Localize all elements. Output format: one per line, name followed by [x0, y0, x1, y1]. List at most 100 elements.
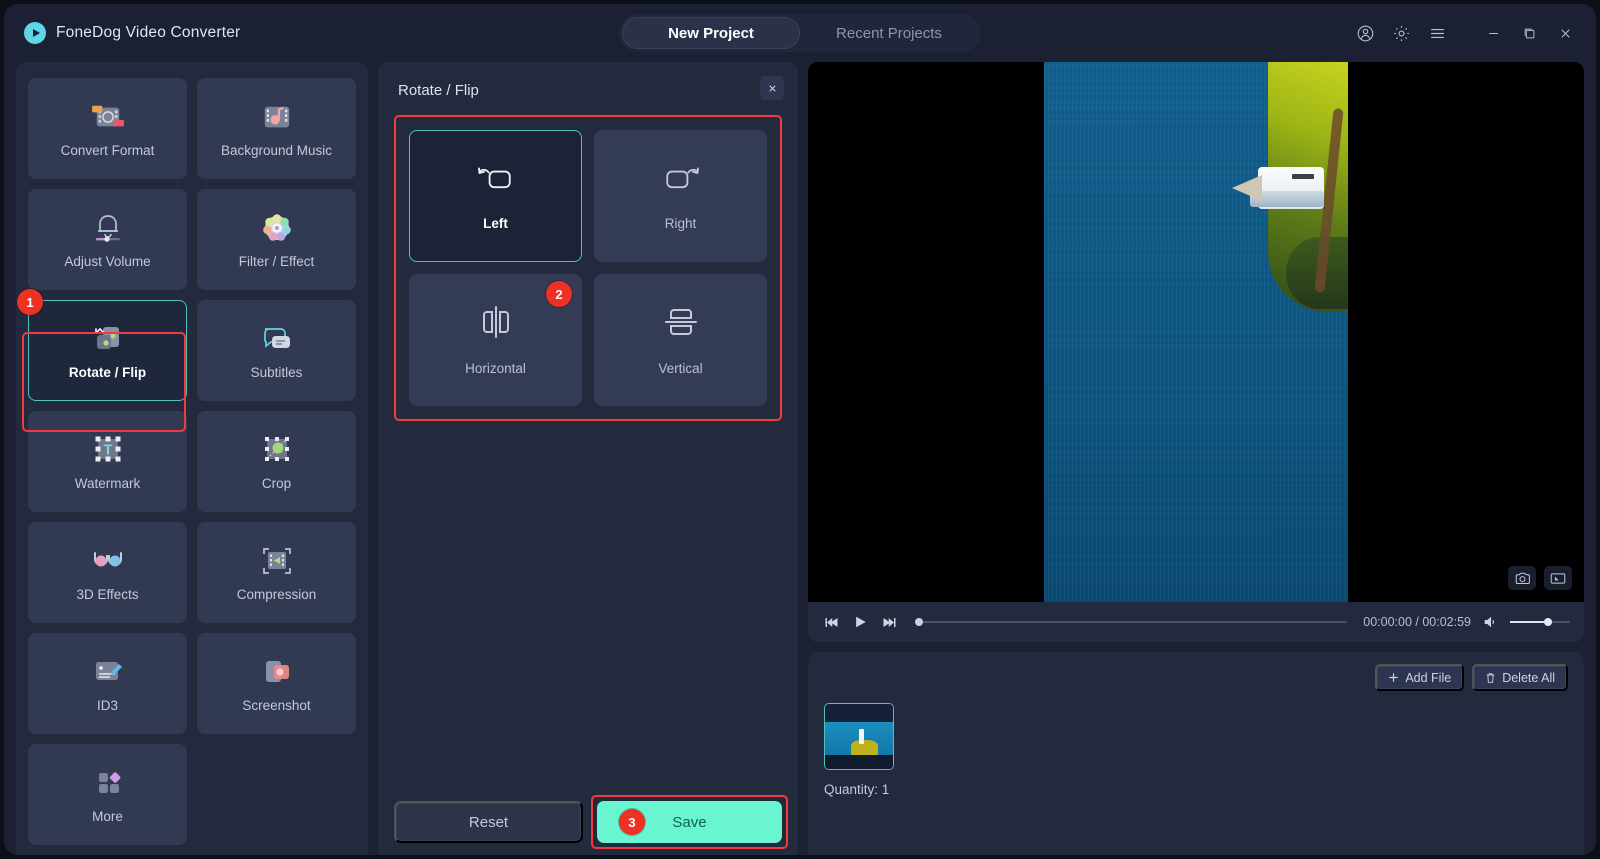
sidebar-item-compression[interactable]: Compression	[197, 522, 356, 623]
sidebar-item-adjust-volume[interactable]: Adjust Volume	[28, 189, 187, 290]
close-button[interactable]	[1550, 18, 1580, 48]
sidebar-item-id3[interactable]: ID3	[28, 633, 187, 734]
camera-icon[interactable]	[1508, 566, 1536, 590]
rotate-left-icon	[474, 161, 518, 200]
sidebar-item-convert-format[interactable]: Convert Format	[28, 78, 187, 179]
settings-gear-icon[interactable]	[1386, 18, 1416, 48]
title-bar: FoneDog Video Converter New Project Rece…	[4, 4, 1596, 62]
background-music-icon	[257, 100, 297, 134]
seek-track	[915, 621, 1348, 623]
tab-new-project[interactable]: New Project	[622, 17, 800, 49]
reset-button[interactable]: Reset	[394, 801, 583, 843]
app-title: FoneDog Video Converter	[56, 24, 241, 41]
crop-icon	[257, 433, 297, 467]
compression-icon	[257, 544, 297, 578]
volume-slider[interactable]	[1510, 615, 1570, 629]
rotate-options-area: Left Right Horizontal Vertical 2	[394, 115, 782, 421]
sidebar-item-background-music[interactable]: Background Music	[197, 78, 356, 179]
3d-effects-icon	[88, 544, 128, 578]
step-badge-3: 3	[619, 809, 645, 835]
lighthouse-shape	[1232, 167, 1324, 209]
option-rotate-left[interactable]: Left	[409, 130, 582, 262]
add-file-label: Add File	[1405, 670, 1452, 685]
sidebar-item-watermark[interactable]: T Watermark	[28, 411, 187, 512]
play-icon[interactable]	[851, 613, 870, 631]
screenshot-icon	[257, 655, 297, 689]
stage-buttons	[1508, 566, 1572, 590]
sidebar-item-3d-effects[interactable]: 3D Effects	[28, 522, 187, 623]
sidebar-item-crop[interactable]: Crop	[197, 411, 356, 512]
save-button-wrapper: Save 3	[591, 795, 788, 849]
sidebar-item-label: Screenshot	[242, 697, 311, 713]
sidebar-item-label: Rotate / Flip	[68, 364, 147, 380]
watermark-icon: T	[88, 433, 128, 467]
play-circle-icon	[24, 22, 46, 44]
project-tabs: New Project Recent Projects	[619, 14, 981, 52]
rotate-flip-icon	[88, 322, 128, 356]
sidebar-item-label: Subtitles	[250, 364, 303, 380]
panel-footer: Reset Save 3	[394, 791, 788, 849]
volume-knob[interactable]	[1543, 618, 1552, 626]
close-icon[interactable]	[760, 76, 784, 100]
subtitles-icon	[257, 322, 297, 356]
sidebar-item-label: Crop	[261, 475, 292, 491]
sidebar-item-filter-effect[interactable]: Filter / Effect	[197, 189, 356, 290]
delete-all-label: Delete All	[1502, 670, 1555, 685]
filter-effect-icon	[257, 211, 297, 245]
seek-slider[interactable]	[915, 615, 1348, 629]
rotate-flip-panel: Rotate / Flip Left Right Horizontal Vert…	[378, 62, 798, 855]
sidebar-item-label: Filter / Effect	[238, 253, 315, 269]
option-label: Right	[664, 216, 697, 231]
preview-card: 00:00:00 / 00:02:59	[808, 62, 1584, 642]
delete-all-button[interactable]: Delete All	[1472, 664, 1568, 691]
option-label: Vertical	[658, 361, 703, 376]
volume-fill	[1510, 621, 1546, 623]
window-controls	[1350, 18, 1580, 48]
sidebar-item-rotate-flip[interactable]: 1 Rotate / Flip	[17, 289, 187, 401]
step-badge-1: 1	[17, 289, 43, 315]
minimize-button[interactable]	[1478, 18, 1508, 48]
sidebar-item-label: Background Music	[220, 142, 333, 158]
rotate-options-grid: Left Right Horizontal Vertical	[394, 115, 782, 421]
main-body: Convert Format Background Music Adjust V…	[4, 62, 1596, 855]
tools-sidebar: Convert Format Background Music Adjust V…	[16, 62, 368, 855]
app-brand: FoneDog Video Converter	[24, 22, 240, 44]
tools-grid: Convert Format Background Music Adjust V…	[17, 78, 356, 845]
sidebar-item-label: Adjust Volume	[64, 253, 151, 269]
time-display: 00:00:00 / 00:02:59	[1363, 615, 1471, 629]
files-actions: Add File Delete All	[824, 664, 1568, 691]
adjust-volume-icon	[88, 211, 128, 245]
maximize-button[interactable]	[1514, 18, 1544, 48]
video-stage[interactable]	[808, 62, 1584, 602]
volume-icon[interactable]	[1481, 613, 1500, 631]
sidebar-item-label: Watermark	[74, 475, 141, 491]
tab-recent-projects[interactable]: Recent Projects	[800, 17, 978, 49]
seek-knob[interactable]	[915, 618, 923, 626]
menu-icon[interactable]	[1422, 18, 1452, 48]
step-badge-2: 2	[546, 281, 572, 307]
add-file-button[interactable]: Add File	[1375, 664, 1465, 691]
sidebar-item-screenshot[interactable]: Screenshot	[197, 633, 356, 734]
sidebar-item-more[interactable]: More	[28, 744, 187, 845]
option-label: Left	[483, 216, 508, 231]
lighthouse-thumbnail[interactable]	[824, 703, 894, 770]
option-flip-vertical[interactable]: Vertical	[594, 274, 767, 406]
svg-text:T: T	[103, 441, 112, 458]
id3-icon	[88, 655, 128, 689]
flip-vertical-icon	[661, 304, 701, 345]
convert-format-icon	[88, 100, 128, 134]
skip-next-icon[interactable]	[880, 614, 899, 631]
sidebar-item-label: 3D Effects	[76, 586, 139, 602]
account-icon[interactable]	[1350, 18, 1380, 48]
video-frame	[1044, 62, 1348, 602]
files-card: Add File Delete All Quantity: 1	[808, 652, 1584, 855]
skip-previous-icon[interactable]	[822, 614, 841, 631]
fullscreen-icon[interactable]	[1544, 566, 1572, 590]
quantity-label: Quantity: 1	[824, 782, 890, 797]
trash-icon	[1487, 672, 1495, 683]
option-rotate-right[interactable]: Right	[594, 130, 767, 262]
file-list	[824, 703, 1568, 770]
plus-icon	[1389, 673, 1398, 682]
player-controls: 00:00:00 / 00:02:59	[808, 602, 1584, 642]
sidebar-item-subtitles[interactable]: Subtitles	[197, 300, 356, 401]
